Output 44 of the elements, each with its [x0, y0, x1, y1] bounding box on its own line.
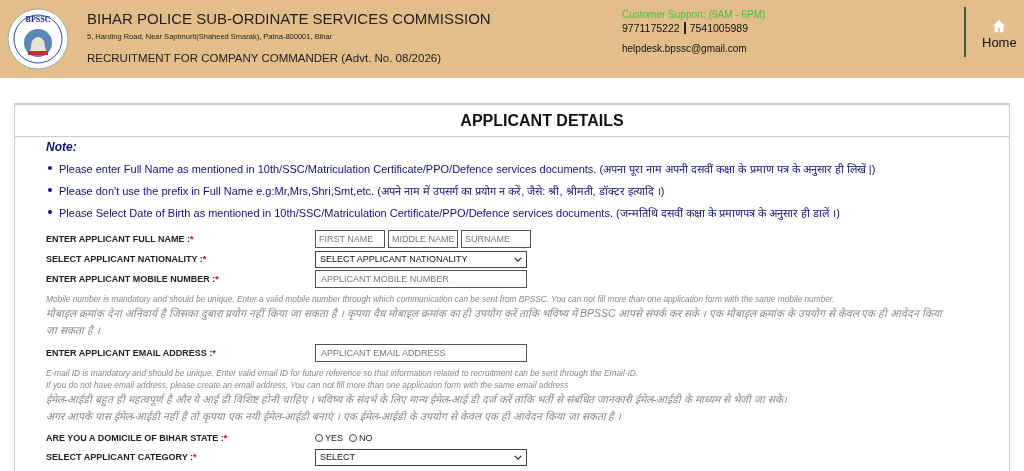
phone-number: 9771175222: [622, 22, 680, 34]
field-label: ENTER APPLICANT EMAIL ADDRESS :: [46, 348, 213, 358]
field-label: ENTER APPLICANT FULL NAME :: [46, 234, 190, 244]
support-hours: Customer Support: (9AM - 6PM): [622, 9, 767, 20]
home-link[interactable]: Home: [982, 19, 1017, 50]
name-field[interactable]: FIRST NAME: [315, 230, 385, 248]
note-text: Please enter Full Name as mentioned in 10th/SSC/Matriculation Certificate/PPO/Defence services documents. (अपना पूरा नाम अपनी दसवीं कक्षा के प्रमाण पत्र के अनुसार ही लिखें |): [59, 161, 876, 176]
note-text: Please don't use the prefix in Full Name e.g:Mr,Mrs,Shri,Smt,etc. (अपने नाम में उपसर्ग का प्रयोग न करें, जैसे: श्री, श्रीमती, डॉक्टर इत्यादि ।): [59, 183, 665, 198]
dropdown[interactable]: SELECT: [315, 448, 527, 466]
field-label: ARE YOU A DOMICILE OF BIHAR STATE :: [46, 433, 224, 443]
field-label: SELECT APPLICANT CATEGORY :: [46, 452, 193, 462]
dropdown[interactable]: SELECT APPLICANT NATIONALITY: [315, 250, 527, 268]
help-text: मोबाइल क्रमांक देना अनिवार्य है जिसका दुबारा प्रयोग नहीं किया जा सकता है । कृपया वैध मोबाइल क्रमांक का ही उपयोग करें ताकि भविष्य में BPSSC आपसे संपर्क कर सके । एक मोबाइल क्रमांक के उपयोग से केवल एक ही आवेदन किया जा सकता है ।: [46, 306, 945, 338]
bullet-icon: [48, 210, 52, 214]
help-text: Mobile number is mandatory and should be unique. Enter a valid mobile number through which communication can be sent from BPSSC. You can not fill more than one application form with the same mobile number.: [46, 293, 836, 305]
required-mark: *: [212, 348, 216, 358]
chevron-icon: [514, 454, 522, 460]
name-field[interactable]: SURNAME: [461, 230, 531, 248]
bullet-icon: [48, 166, 52, 170]
help-text: अगर आपके पास ईमेल-आईडी नहीं है तो कृपया एक नयी ईमेल-आईडी बनाएं । एक ईमेल-आईडी के उपयोग से केवल एक ही आवेदन किया जा सकता है ।: [46, 409, 623, 425]
help-text: ईमेल-आईडी बहुत ही महत्वपूर्ण है और ये आई डी विशिष्ट होनी चाहिए । भविष्य के संदर्भ के लिए मान्य ईमेल-आई डी दर्ज करें ताकि भर्ती से संबंधित जानकारी ईमेल-आईडी के माध्यम से भेजी जा सके।: [46, 392, 789, 408]
commission-logo: BPSSC: [6, 7, 70, 71]
help-text: If you do not have email address, please create an email address, You can not fill more than one application form with the same email address: [46, 379, 570, 391]
required-mark: *: [215, 274, 219, 284]
note-text: Please Select Date of Birth as mentioned in 10th/SSC/Matriculation Certificate/PPO/Defence services documents. (जन्मतिथि दसवीं कक्षा के प्रमाणपत्र के अनुसार ही डालें ।): [59, 205, 840, 220]
bullet-icon: [48, 188, 52, 192]
phone-number: 7541005989: [683, 22, 749, 34]
support-email: helpdesk.bpssc@gmail.com: [622, 43, 748, 54]
help-text: E-mail ID is mandatory and should be unique. Enter valid email ID for future reference so that information related to recruitment can be sent through the Email-ID.: [46, 367, 640, 379]
required-mark: *: [193, 452, 197, 462]
recruitment-title: RECRUITMENT FOR COMPANY COMMANDER (Advt. No. 08/2026): [87, 52, 442, 64]
required-mark: *: [190, 234, 194, 244]
field-label: ENTER APPLICANT MOBILE NUMBER :: [46, 274, 216, 284]
radio-option[interactable]: YES: [315, 433, 343, 443]
input-field[interactable]: APPLICANT EMAIL ADDRESS: [315, 344, 527, 362]
chevron-icon: [514, 256, 522, 262]
note-heading: Note:: [46, 140, 78, 154]
field-label: SELECT APPLICANT NATIONALITY :: [46, 254, 203, 264]
input-field[interactable]: APPLICANT MOBILE NUMBER: [315, 270, 527, 288]
name-field[interactable]: MIDDLE NAME: [388, 230, 458, 248]
house-icon: [992, 19, 1007, 33]
section-title: APPLICANT DETAILS: [15, 105, 1009, 137]
commission-title: BIHAR POLICE SUB-ORDINATE SERVICES COMMISSION: [87, 10, 492, 27]
radio-option[interactable]: NO: [349, 433, 373, 443]
